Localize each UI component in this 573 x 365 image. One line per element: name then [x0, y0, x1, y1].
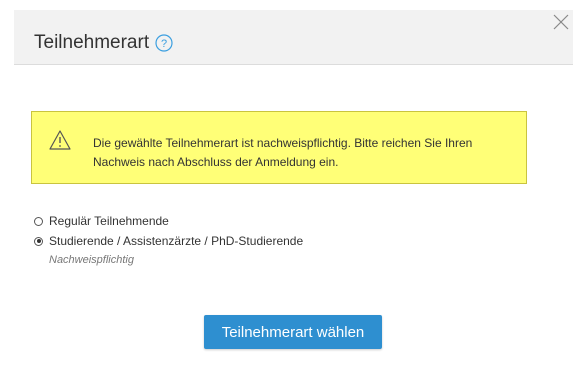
dialog-title: Teilnehmerart ? [34, 32, 173, 54]
option-hint: Nachweispflichtig [49, 254, 134, 266]
radio-button-checked[interactable] [34, 236, 43, 246]
radio-label: Regulär Teilnehmende [49, 214, 169, 228]
radio-option-regular[interactable]: Regulär Teilnehmende [34, 214, 303, 228]
radio-option-students[interactable]: Studierende / Assistenzärzte / PhD-Studi… [34, 234, 303, 248]
alert-message: Die gewählte Teilnehmerart ist nachweisp… [93, 136, 473, 169]
select-participant-type-button[interactable]: Teilnehmerart wählen [204, 315, 382, 349]
dialog-title-text: Teilnehmerart [34, 32, 150, 53]
radio-button-unchecked[interactable] [34, 216, 43, 226]
verification-alert: Die gewählte Teilnehmerart ist nachweisp… [31, 111, 527, 184]
participant-type-dialog: Teilnehmerart ? Die gewählte Teilnehmera… [0, 0, 573, 365]
dialog-header: Teilnehmerart ? [14, 10, 573, 65]
radio-label: Studierende / Assistenzärzte / PhD-Studi… [49, 234, 304, 248]
close-icon[interactable] [549, 10, 573, 34]
participant-type-options: Regulär Teilnehmende Studierende / Assis… [34, 214, 303, 266]
help-circle-icon[interactable]: ? [155, 34, 173, 52]
svg-text:?: ? [161, 38, 167, 50]
warning-triangle-icon [49, 130, 71, 150]
